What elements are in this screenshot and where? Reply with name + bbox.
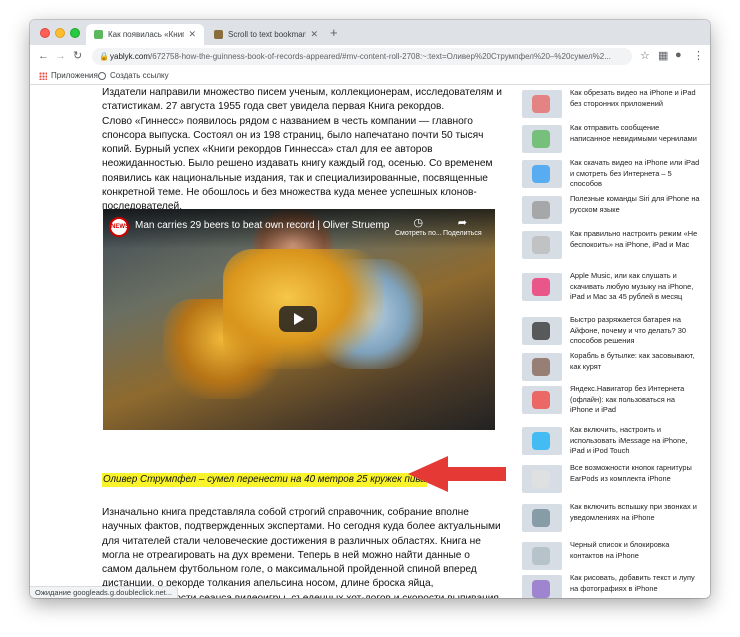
browser-window: Как появилась «Книга рекордов Гиннесса» … bbox=[30, 20, 710, 598]
related-article-item[interactable]: Полезные команды Siri для iPhone на русс… bbox=[522, 194, 702, 228]
profile-avatar-icon[interactable]: ● bbox=[675, 49, 682, 61]
minimize-window-button[interactable] bbox=[55, 28, 65, 38]
related-article-link[interactable]: Как рисовать, добавить текст и лупу на ф… bbox=[570, 573, 700, 594]
close-tab-icon[interactable]: ✕ bbox=[310, 29, 318, 40]
channel-avatar[interactable]: NEWS bbox=[109, 217, 129, 237]
lock-icon: 🔒 bbox=[99, 52, 109, 61]
article-thumbnail[interactable] bbox=[522, 125, 562, 153]
bookmark-label: Создать ссылку bbox=[110, 71, 169, 80]
related-article-link[interactable]: Как обрезать видео на iPhone и iPad без … bbox=[570, 88, 700, 109]
article-thumbnail[interactable] bbox=[522, 317, 562, 345]
url-path: /672758-how-the-guinness-book-of-records… bbox=[150, 52, 611, 61]
close-window-button[interactable] bbox=[40, 28, 50, 38]
article-thumbnail[interactable] bbox=[522, 231, 562, 259]
url-host: yablyk.com bbox=[110, 52, 151, 61]
related-article-item[interactable]: Как скачать видео на iPhone или iPad и с… bbox=[522, 158, 702, 192]
play-button-icon[interactable] bbox=[279, 306, 317, 332]
status-bar: Ожидание googleads.g.doubleclick.net... bbox=[30, 586, 178, 598]
bookmark-label: Приложения bbox=[51, 71, 98, 80]
tab-active[interactable]: Как появилась «Книга рекордов Гиннесса» … bbox=[86, 24, 204, 45]
share-button[interactable]: ➦ Поделиться bbox=[443, 217, 482, 237]
related-article-item[interactable]: Яндекс.Навигатор без Интернета (офлайн):… bbox=[522, 384, 702, 418]
tab-title: Как появилась «Книга рекордов Гиннесса» bbox=[108, 30, 185, 39]
tab-inactive[interactable]: Scroll to text bookmarklet - Mozilla ✕ bbox=[206, 24, 326, 45]
globe-icon bbox=[98, 71, 106, 80]
related-article-link[interactable]: Apple Music, или как слушать и скачивать… bbox=[570, 271, 700, 303]
related-article-item[interactable]: Apple Music, или как слушать и скачивать… bbox=[522, 271, 702, 305]
article-body: Издатели направили множество писем учены… bbox=[102, 86, 502, 215]
video-title[interactable]: Man carries 29 beers to beat own record … bbox=[135, 220, 389, 231]
related-article-item[interactable]: Быстро разряжается батарея на Айфоне, по… bbox=[522, 315, 702, 349]
reload-icon[interactable]: ↻ bbox=[73, 50, 82, 62]
article-paragraph: Изначально книга представляла собой стро… bbox=[102, 507, 501, 598]
forward-icon[interactable]: → bbox=[55, 50, 66, 62]
clock-icon: ◷ bbox=[413, 217, 424, 229]
share-icon: ➦ bbox=[457, 217, 467, 229]
apps-grid-icon bbox=[39, 71, 47, 80]
yablyk-favicon-icon bbox=[94, 30, 103, 39]
related-article-link[interactable]: Как включить, настроить и использовать i… bbox=[570, 425, 700, 457]
close-tab-icon[interactable]: ✕ bbox=[188, 29, 196, 40]
related-article-link[interactable]: Как скачать видео на iPhone или iPad и с… bbox=[570, 158, 700, 190]
article-paragraph: Издатели направили множество писем учены… bbox=[102, 87, 502, 113]
related-article-link[interactable]: Как правильно настроить режим «Не беспок… bbox=[570, 229, 700, 250]
extension-icon[interactable]: ▦ bbox=[658, 49, 668, 62]
article-thumbnail[interactable] bbox=[522, 90, 562, 118]
highlighted-caption: Оливер Струмпфел – сумел перенести на 40… bbox=[102, 473, 427, 487]
article-thumbnail[interactable] bbox=[522, 273, 562, 301]
article-paragraph: Слово «Гиннесс» появилось рядом с назван… bbox=[102, 115, 493, 213]
watch-later-button[interactable]: ◷ Смотреть по... bbox=[395, 217, 442, 237]
page-content: Издатели направили множество писем учены… bbox=[30, 86, 710, 598]
toolbar: ← → ↻ 🔒 yablyk.com/672758-how-the-guinne… bbox=[30, 45, 710, 68]
related-article-link[interactable]: Все возможности кнопок гарнитуры EarPods… bbox=[570, 463, 700, 484]
red-arrow-icon bbox=[408, 456, 506, 492]
related-article-link[interactable]: Полезные команды Siri для iPhone на русс… bbox=[570, 194, 700, 215]
bookmark-star-icon[interactable]: ☆ bbox=[640, 49, 650, 62]
article-thumbnail[interactable] bbox=[522, 575, 562, 598]
related-article-item[interactable]: Корабль в бутылке: как засовывают, как к… bbox=[522, 351, 702, 385]
related-article-item[interactable]: Как включить, настроить и использовать i… bbox=[522, 425, 702, 459]
related-article-item[interactable]: Как обрезать видео на iPhone и iPad без … bbox=[522, 88, 702, 122]
related-article-item[interactable]: Как правильно настроить режим «Не беспок… bbox=[522, 229, 702, 263]
bookmarks-bar: Приложения Создать ссылку bbox=[30, 68, 710, 85]
related-article-link[interactable]: Как отправить сообщение написанное невид… bbox=[570, 123, 700, 144]
article-thumbnail[interactable] bbox=[522, 386, 562, 414]
article-thumbnail[interactable] bbox=[522, 160, 562, 188]
article-thumbnail[interactable] bbox=[522, 465, 562, 493]
related-article-item[interactable]: Все возможности кнопок гарнитуры EarPods… bbox=[522, 463, 702, 497]
menu-kebab-icon[interactable]: ⋮ bbox=[693, 49, 704, 62]
youtube-video-embed[interactable]: NEWS Man carries 29 beers to beat own re… bbox=[103, 209, 495, 430]
article-body-continued: Изначально книга представляла собой стро… bbox=[102, 506, 502, 598]
tab-title: Scroll to text bookmarklet - Mozilla bbox=[228, 30, 306, 39]
related-article-link[interactable]: Черный список и блокировка контактов на … bbox=[570, 540, 700, 561]
address-bar[interactable]: 🔒 yablyk.com/672758-how-the-guinness-boo… bbox=[92, 48, 632, 65]
related-article-item[interactable]: Черный список и блокировка контактов на … bbox=[522, 540, 702, 574]
related-article-item[interactable]: Как включить вспышку при звонках и уведо… bbox=[522, 502, 702, 536]
fullscreen-window-button[interactable] bbox=[70, 28, 80, 38]
mozilla-favicon-icon bbox=[214, 30, 223, 39]
new-tab-button[interactable]: + bbox=[330, 25, 338, 40]
article-thumbnail[interactable] bbox=[522, 542, 562, 570]
related-article-link[interactable]: Яндекс.Навигатор без Интернета (офлайн):… bbox=[570, 384, 700, 416]
watch-later-label: Смотреть по... bbox=[395, 230, 442, 237]
article-thumbnail[interactable] bbox=[522, 353, 562, 381]
bookmark-apps[interactable]: Приложения bbox=[39, 71, 98, 80]
related-article-link[interactable]: Быстро разряжается батарея на Айфоне, по… bbox=[570, 315, 700, 347]
back-icon[interactable]: ← bbox=[38, 50, 49, 62]
article-thumbnail[interactable] bbox=[522, 427, 562, 455]
share-label: Поделиться bbox=[443, 230, 482, 237]
related-article-link[interactable]: Как включить вспышку при звонках и уведо… bbox=[570, 502, 700, 523]
related-article-link[interactable]: Корабль в бутылке: как засовывают, как к… bbox=[570, 351, 700, 372]
tab-strip: Как появилась «Книга рекордов Гиннесса» … bbox=[30, 20, 710, 45]
article-thumbnail[interactable] bbox=[522, 504, 562, 532]
related-article-item[interactable]: Как рисовать, добавить текст и лупу на ф… bbox=[522, 573, 702, 598]
article-thumbnail[interactable] bbox=[522, 196, 562, 224]
related-article-item[interactable]: Как отправить сообщение написанное невид… bbox=[522, 123, 702, 157]
bookmark-create-link[interactable]: Создать ссылку bbox=[98, 71, 169, 80]
